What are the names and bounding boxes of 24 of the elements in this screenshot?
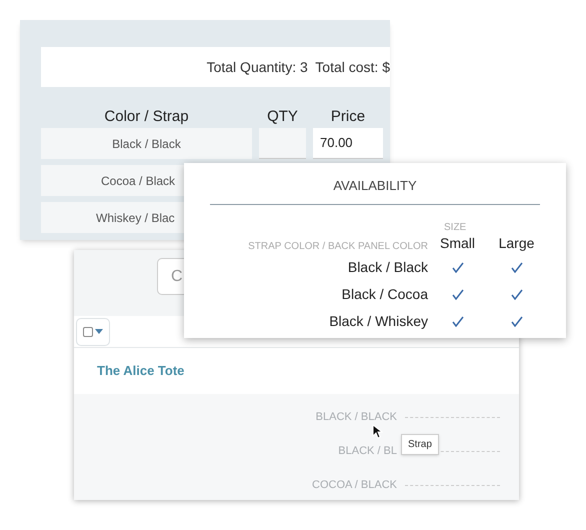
variant-label: BLACK / BLACK xyxy=(316,410,397,425)
caret-icon xyxy=(95,329,103,334)
tooltip: Strap xyxy=(401,434,439,455)
totals-text: Total Quantity: 3 Total cost: $ xyxy=(206,58,390,77)
price-field[interactable]: 70.00 xyxy=(313,128,383,159)
column-group-header: SIZE xyxy=(444,221,466,235)
column-header: Small xyxy=(440,234,475,253)
row-label: Black / Black xyxy=(346,258,428,277)
column-header: QTY xyxy=(266,106,299,126)
row-label: Black / Whiskey xyxy=(328,312,428,331)
column-header: Color / Strap xyxy=(103,106,190,126)
row-label: Black / Cocoa xyxy=(340,285,428,304)
popup-title: AVAILABILITY xyxy=(333,177,417,196)
column-header: Large xyxy=(498,234,534,253)
variant-label: COCOA / BLACK xyxy=(312,478,397,493)
column-header: Price xyxy=(330,106,366,126)
column-header: STRAP COLOR / BACK PANEL COLOR xyxy=(247,240,428,254)
product-link[interactable]: The Alice Tote xyxy=(97,361,184,381)
qty-field[interactable] xyxy=(259,128,306,159)
variant-label: BLACK / BL xyxy=(338,444,397,459)
cursor-icon xyxy=(372,424,383,439)
checkbox[interactable] xyxy=(83,326,93,336)
table-cell: Black / Black xyxy=(41,128,252,159)
select-dropdown[interactable] xyxy=(76,318,110,346)
